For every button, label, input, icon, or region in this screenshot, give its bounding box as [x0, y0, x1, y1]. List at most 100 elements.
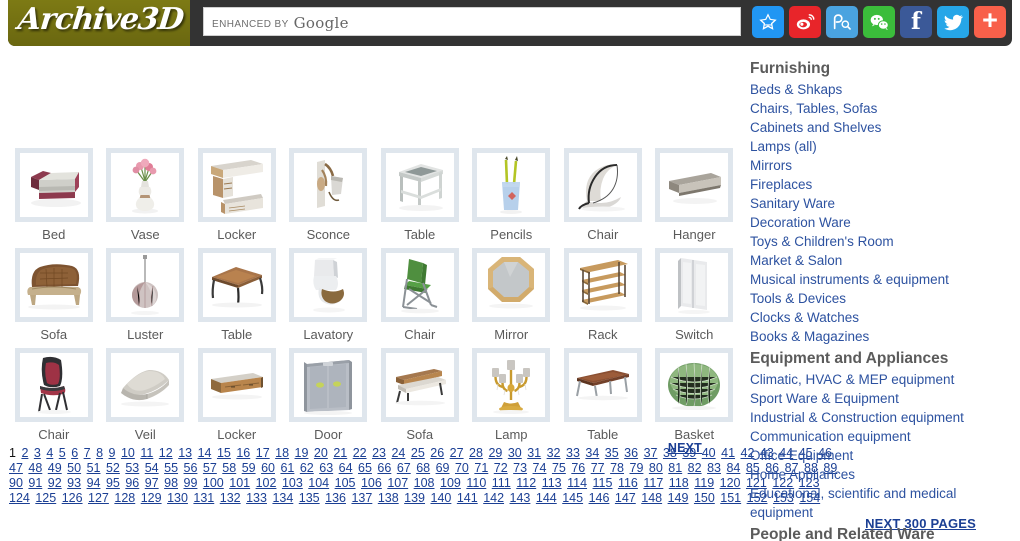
page-link-47[interactable]: 47 — [9, 461, 23, 475]
page-link-81[interactable]: 81 — [668, 461, 682, 475]
model-thumbnail[interactable] — [563, 348, 642, 422]
model-thumbnail[interactable] — [289, 348, 368, 422]
page-link-49[interactable]: 49 — [48, 461, 62, 475]
model-card[interactable]: Chair — [8, 348, 100, 448]
page-link-80[interactable]: 80 — [649, 461, 663, 475]
model-thumbnail[interactable] — [106, 348, 185, 422]
page-link-92[interactable]: 92 — [48, 476, 62, 490]
page-link-142[interactable]: 142 — [483, 491, 504, 505]
page-link-102[interactable]: 102 — [256, 476, 277, 490]
page-link-15[interactable]: 15 — [217, 446, 231, 460]
search-box[interactable]: ENHANCED BY Google — [203, 7, 741, 36]
page-link-34[interactable]: 34 — [585, 446, 599, 460]
page-link-40[interactable]: 40 — [702, 446, 716, 460]
model-thumbnail[interactable] — [197, 248, 276, 322]
page-link-21[interactable]: 21 — [333, 446, 347, 460]
more-share-icon[interactable]: + — [974, 6, 1006, 38]
page-link-116[interactable]: 116 — [618, 476, 638, 490]
page-link-118[interactable]: 118 — [669, 476, 689, 490]
page-link-58[interactable]: 58 — [222, 461, 236, 475]
next-page-link[interactable]: NEXT — [668, 441, 702, 455]
sidebar-link-fireplaces[interactable]: Fireplaces — [750, 175, 1018, 194]
model-thumbnail[interactable] — [472, 348, 551, 422]
page-link-11[interactable]: 11 — [140, 446, 153, 460]
page-link-16[interactable]: 16 — [236, 446, 250, 460]
page-link-131[interactable]: 131 — [193, 491, 214, 505]
model-card[interactable]: Mirror — [466, 248, 558, 348]
model-card[interactable]: Sofa — [8, 248, 100, 348]
sidebar-link-climatic-hvac-mep-equipment[interactable]: Climatic, HVAC & MEP equipment — [750, 370, 1018, 389]
page-link-18[interactable]: 18 — [275, 446, 289, 460]
sidebar-link-sport-ware-equipment[interactable]: Sport Ware & Equipment — [750, 389, 1018, 408]
model-thumbnail[interactable] — [380, 248, 459, 322]
page-link-28[interactable]: 28 — [469, 446, 483, 460]
model-card[interactable]: Door — [283, 348, 375, 448]
model-card[interactable]: Chair — [374, 248, 466, 348]
model-card[interactable]: Basket — [649, 348, 741, 448]
model-card[interactable]: Table — [557, 348, 649, 448]
page-link-24[interactable]: 24 — [391, 446, 405, 460]
page-link-79[interactable]: 79 — [630, 461, 644, 475]
page-link-141[interactable]: 141 — [457, 491, 478, 505]
model-thumbnail[interactable] — [472, 248, 551, 322]
page-link-90[interactable]: 90 — [9, 476, 23, 490]
page-link-95[interactable]: 95 — [106, 476, 120, 490]
page-link-110[interactable]: 110 — [466, 476, 486, 490]
page-link-37[interactable]: 37 — [644, 446, 658, 460]
page-link-17[interactable]: 17 — [256, 446, 270, 460]
sidebar-link-educational-scientific-and-medical-equipment[interactable]: Educational, scientific and medical equi… — [750, 484, 1018, 522]
twitter-share-icon[interactable] — [937, 6, 969, 38]
page-link-53[interactable]: 53 — [125, 461, 139, 475]
page-link-150[interactable]: 150 — [694, 491, 715, 505]
page-link-138[interactable]: 138 — [378, 491, 399, 505]
page-link-100[interactable]: 100 — [203, 476, 224, 490]
sidebar-link-cabinets-and-shelves[interactable]: Cabinets and Shelves — [750, 118, 1018, 137]
page-link-51[interactable]: 51 — [87, 461, 101, 475]
page-link-96[interactable]: 96 — [125, 476, 139, 490]
page-link-74[interactable]: 74 — [533, 461, 547, 475]
page-link-14[interactable]: 14 — [198, 446, 212, 460]
page-link-69[interactable]: 69 — [436, 461, 450, 475]
page-link-83[interactable]: 83 — [707, 461, 721, 475]
page-link-62[interactable]: 62 — [300, 461, 314, 475]
page-link-22[interactable]: 22 — [353, 446, 367, 460]
page-link-140[interactable]: 140 — [431, 491, 452, 505]
page-link-27[interactable]: 27 — [450, 446, 464, 460]
model-thumbnail[interactable] — [14, 348, 93, 422]
page-link-148[interactable]: 148 — [641, 491, 662, 505]
sidebar-link-home-appliances[interactable]: Home Appliances — [750, 465, 1018, 484]
sidebar-link-mirrors[interactable]: Mirrors — [750, 156, 1018, 175]
sidebar-link-lamps-all[interactable]: Lamps (all) — [750, 137, 1018, 156]
page-link-99[interactable]: 99 — [184, 476, 198, 490]
page-link-20[interactable]: 20 — [314, 446, 328, 460]
page-link-75[interactable]: 75 — [552, 461, 566, 475]
model-thumbnail[interactable] — [14, 248, 93, 322]
page-link-9[interactable]: 9 — [109, 446, 116, 460]
model-card[interactable]: Locker — [191, 348, 283, 448]
model-card[interactable]: Table — [374, 148, 466, 248]
page-link-98[interactable]: 98 — [164, 476, 178, 490]
page-link-94[interactable]: 94 — [87, 476, 101, 490]
page-link-67[interactable]: 67 — [397, 461, 411, 475]
page-link-7[interactable]: 7 — [84, 446, 91, 460]
page-link-105[interactable]: 105 — [335, 476, 356, 490]
model-thumbnail[interactable] — [197, 348, 276, 422]
page-link-23[interactable]: 23 — [372, 446, 386, 460]
page-link-54[interactable]: 54 — [145, 461, 159, 475]
page-link-36[interactable]: 36 — [624, 446, 638, 460]
page-link-129[interactable]: 129 — [141, 491, 162, 505]
model-card[interactable]: Luster — [100, 248, 192, 348]
model-card[interactable]: Lamp — [466, 348, 558, 448]
page-link-64[interactable]: 64 — [339, 461, 353, 475]
page-link-82[interactable]: 82 — [688, 461, 702, 475]
page-link-104[interactable]: 104 — [308, 476, 329, 490]
page-link-91[interactable]: 91 — [28, 476, 42, 490]
page-link-70[interactable]: 70 — [455, 461, 469, 475]
page-link-143[interactable]: 143 — [510, 491, 531, 505]
sidebar-link-beds-shkaps[interactable]: Beds & Shkaps — [750, 80, 1018, 99]
page-link-32[interactable]: 32 — [547, 446, 561, 460]
model-thumbnail[interactable] — [106, 248, 185, 322]
model-card[interactable]: Hanger — [649, 148, 741, 248]
sidebar-link-industrial-construction-equipment[interactable]: Industrial & Construction equipment — [750, 408, 1018, 427]
page-link-109[interactable]: 109 — [440, 476, 461, 490]
